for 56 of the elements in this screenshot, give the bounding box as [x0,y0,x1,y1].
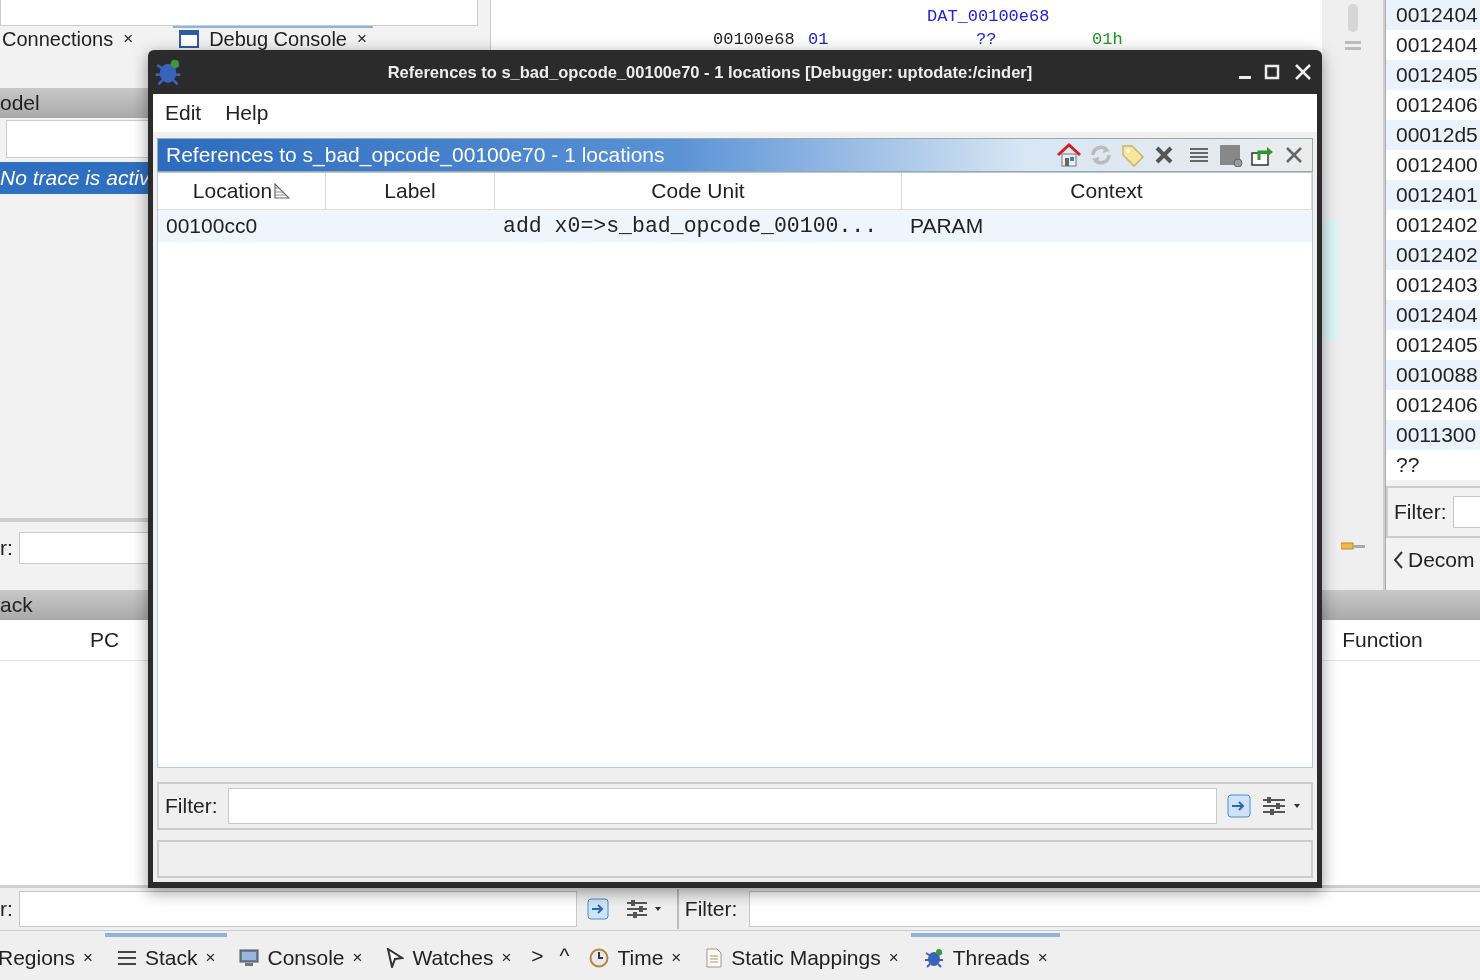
close-icon[interactable]: × [888,947,899,968]
address-cell-text: 0012400 [1395,152,1479,178]
byte-text: 01 [808,29,830,49]
table-cell-text: 00100cc0 [165,214,259,238]
address-cell-text: 0012405 [1395,332,1479,358]
mnemonic-text: ?? [976,29,998,49]
address-cell: 00012d5 [1386,120,1480,150]
address-cell: 0010088 [1386,360,1480,390]
address-cell-text: 0012404 [1395,32,1479,58]
panel-tab[interactable]: Connections × [0,26,140,50]
address-cell-text: 0012406 [1395,92,1479,118]
address-cell-text: 0012402 [1395,212,1479,238]
address-cell: 0012405 [1386,60,1480,90]
close-icon[interactable]: × [671,947,682,968]
collapse-button[interactable]: ^ [551,943,578,968]
address-cell: 0011300 [1386,420,1480,450]
address-cell-text: 0012406 [1395,392,1479,418]
panel-tab[interactable]: Static Mappings × [693,932,911,979]
filter-label: Filter: [1394,500,1447,524]
table-cell-text: PARAM [909,214,985,238]
table-cell-text: add x0=>s_bad_opcode_00100... [502,214,879,238]
filter-label: r: [0,897,13,921]
close-icon[interactable]: × [205,947,216,968]
panel-tab[interactable]: Threads × [910,932,1060,979]
filter-label: Filter: [684,897,738,921]
operand-text: 01h [1092,29,1124,49]
close-icon[interactable]: × [501,947,512,968]
column-header: Function [1342,628,1423,652]
scroll-tabs-button[interactable]: > [523,943,552,968]
menu-item[interactable]: Help [225,101,269,125]
window-title: References to s_bad_opcode_00100e70 - 1 locations [Debugger: uptodate:/cinder] [386,62,1034,82]
filter-label: Filter: [165,794,218,818]
label-text: DAT_00100e68 [927,7,1050,26]
panel-tab[interactable]: Time × [577,932,694,979]
address-text: 00100e68 [713,29,796,49]
panel-tab[interactable]: Watches × [374,932,524,979]
panel-title: odel [0,91,40,115]
address-cell-text: ?? [1395,452,1421,478]
panel-tab[interactable]: Regions × [0,932,105,979]
address-cell: 0012401 [1386,180,1480,210]
close-icon[interactable]: × [1037,947,1048,968]
address-cell: 0012404 [1386,0,1480,30]
address-cell: 0012402 [1386,240,1480,270]
column-header: PC [90,628,120,652]
panel-tab[interactable]: Decom [1408,548,1475,572]
close-icon[interactable]: × [123,29,134,49]
close-icon[interactable]: × [357,29,367,49]
panel-tab[interactable]: Stack × [105,932,228,979]
address-cell: 0012404 [1386,300,1480,330]
filter-label: r: [0,536,13,560]
close-icon[interactable]: × [83,947,93,968]
close-icon[interactable]: × [352,947,363,968]
panel-title: ack [0,593,33,617]
address-cell-text: 0012403 [1395,272,1479,298]
menu-item[interactable]: Edit [165,101,202,125]
panel-tab[interactable]: Console × [227,932,375,979]
